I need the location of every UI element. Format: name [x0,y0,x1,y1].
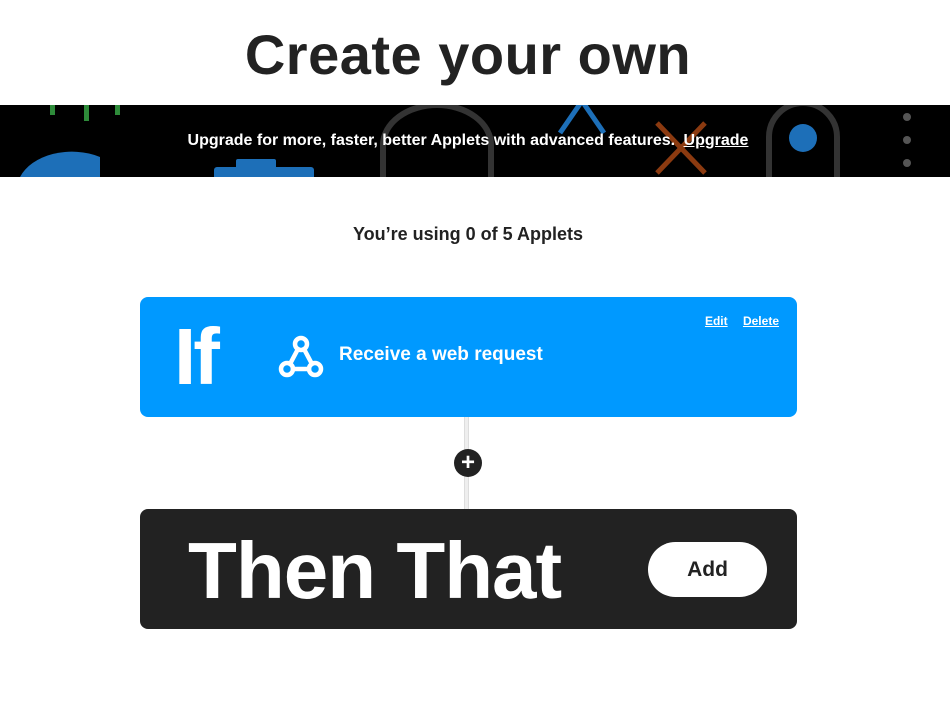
add-action-button[interactable]: Add [648,542,767,597]
if-card-actions: Edit Delete [693,314,779,328]
edit-link[interactable]: Edit [705,314,728,328]
trigger-label[interactable]: Receive a web request [339,342,543,368]
if-keyword: If [174,312,220,401]
page-title: Create your own [244,23,692,86]
webhook-icon [278,335,324,378]
upgrade-link[interactable]: Upgrade [684,132,749,149]
add-step-button[interactable]: + [454,449,482,477]
applet-usage-text: You’re using 0 of 5 Applets [352,224,584,244]
banner-message: Upgrade for more, faster, better Applets… [0,105,936,177]
upgrade-banner: Upgrade for more, faster, better Applets… [0,105,950,177]
then-keyword: Then That [188,526,562,615]
then-card: Then That Add [140,509,797,629]
delete-link[interactable]: Delete [743,314,779,328]
if-card[interactable]: If Receive a web request Edit Delete [140,297,797,417]
page: Create your own Upgrade for more, faster… [0,0,950,710]
banner-text: Upgrade for more, faster, better Applets… [187,132,676,149]
